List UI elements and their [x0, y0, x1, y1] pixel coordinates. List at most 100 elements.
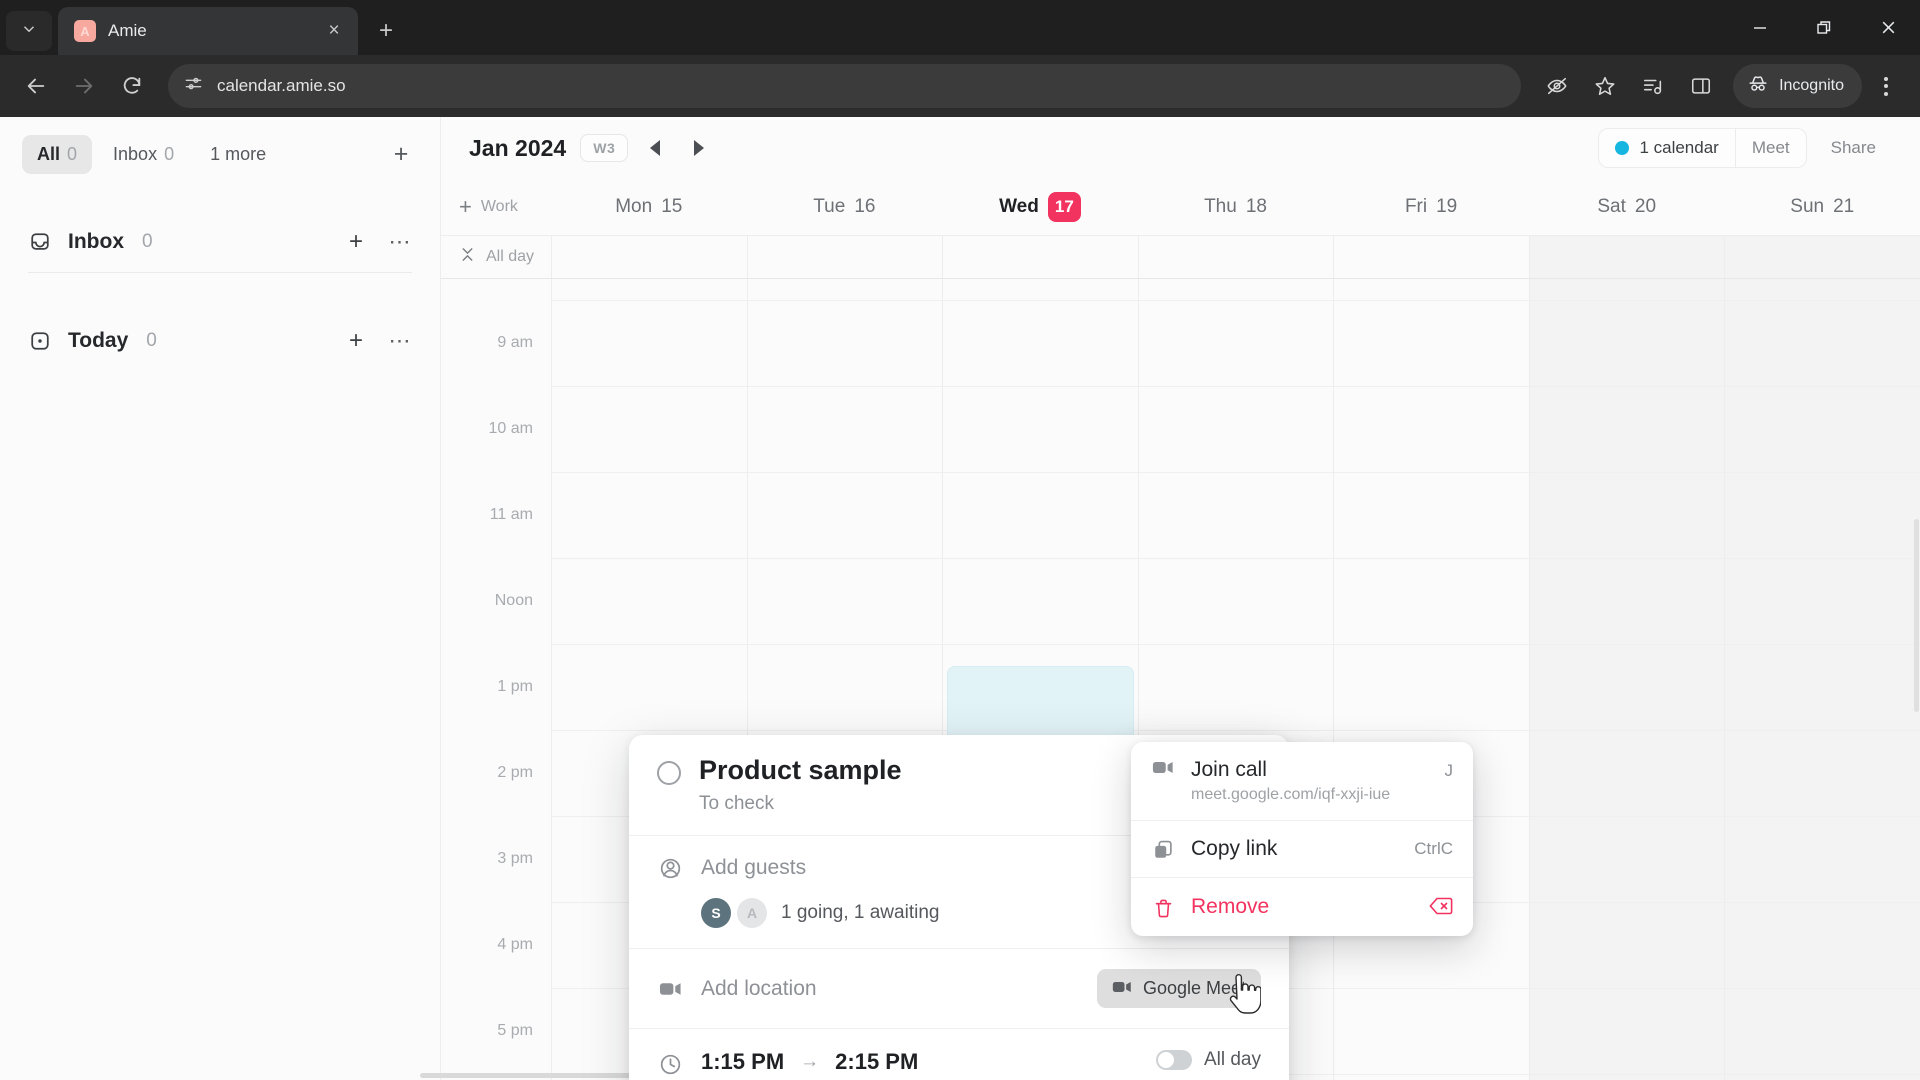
all-day-cell-thu[interactable]	[1137, 236, 1334, 278]
next-week-button[interactable]	[682, 131, 716, 165]
sidebar-inbox-more-button[interactable]: ⋯	[388, 231, 412, 253]
time-arrow: →	[800, 1051, 820, 1073]
share-button[interactable]: Share	[1813, 129, 1894, 167]
day-header-wed-today[interactable]: Wed 17	[942, 192, 1138, 222]
copy-link-shortcut: CtrlC	[1414, 839, 1453, 858]
vertical-scrollbar[interactable]	[1914, 279, 1920, 1080]
incognito-indicator[interactable]: Incognito	[1733, 64, 1862, 108]
time-label: 4 pm	[497, 936, 533, 953]
guest-status-text: 1 going, 1 awaiting	[781, 902, 940, 924]
context-menu-item-join-call[interactable]: Join call meet.google.com/iqf-xxji-iue J	[1131, 742, 1473, 820]
day-header-sun[interactable]: Sun 21	[1724, 196, 1920, 218]
incognito-hat-icon	[1747, 73, 1769, 100]
event-title[interactable]: Product sample	[699, 755, 902, 786]
event-start-time[interactable]: 1:15 PM	[701, 1049, 784, 1075]
reload-button[interactable]	[110, 64, 154, 108]
sidebar-inbox-label: Inbox	[68, 230, 124, 253]
chevron-down-icon	[20, 20, 38, 43]
all-day-cell-tue[interactable]	[746, 236, 943, 278]
day-header-mon[interactable]: Mon 15	[551, 196, 747, 218]
sidebar-today-more-button[interactable]: ⋯	[388, 330, 412, 352]
sidebar-today-count: 0	[146, 330, 157, 351]
event-subtitle[interactable]: To check	[699, 793, 902, 815]
browser-menu-button[interactable]	[1866, 64, 1906, 108]
calendar-color-dot	[1615, 141, 1630, 155]
today-badge: 17	[1047, 192, 1081, 222]
star-icon[interactable]	[1583, 64, 1627, 108]
day-header-sat[interactable]: Sat 20	[1529, 196, 1725, 218]
browser-toolbar: calendar.amie.so Incognito	[0, 55, 1920, 117]
all-day-toggle[interactable]: All day	[1155, 1049, 1261, 1071]
all-day-cell-sun[interactable]	[1724, 236, 1920, 278]
context-menu-item-copy-link[interactable]: Copy link CtrlC	[1131, 820, 1473, 877]
sidebar-filter-inbox[interactable]: Inbox 0	[98, 135, 189, 174]
filter-more-label: 1 more	[210, 144, 267, 164]
all-day-toggle-label: All day	[1203, 1049, 1261, 1071]
add-work-calendar-button[interactable]: +	[459, 194, 472, 220]
day-number: 19	[1436, 196, 1458, 217]
address-bar[interactable]: calendar.amie.so	[168, 64, 1522, 108]
day-number: 20	[1634, 196, 1657, 217]
media-playlist-icon[interactable]	[1631, 64, 1675, 108]
eye-off-icon[interactable]	[1535, 64, 1579, 108]
close-window-button[interactable]	[1856, 0, 1920, 55]
all-day-cell-sat[interactable]	[1528, 236, 1725, 278]
day-column-fri[interactable]	[1333, 279, 1529, 1080]
day-header-thu[interactable]: Thu 18	[1138, 196, 1334, 218]
sidebar-filter-all[interactable]: All 0	[22, 135, 93, 174]
context-menu-item-remove[interactable]: Remove	[1131, 877, 1473, 936]
all-day-label: All day	[486, 248, 535, 265]
remove-backspace-icon	[1429, 897, 1453, 920]
day-number: 21	[1833, 196, 1855, 217]
day-header-tue[interactable]: Tue 16	[747, 196, 943, 218]
restore-button[interactable]	[1792, 0, 1856, 55]
day-column-sun[interactable]	[1724, 279, 1920, 1080]
join-call-url: meet.google.com/iqf-xxji-iue	[1191, 786, 1391, 803]
forward-button[interactable]	[62, 64, 106, 108]
join-call-label: Join call	[1191, 758, 1267, 781]
sidebar-add-button[interactable]: +	[384, 138, 418, 172]
side-panel-icon[interactable]	[1679, 64, 1723, 108]
time-label: 11 am	[489, 506, 533, 523]
collapse-icon[interactable]	[459, 246, 476, 268]
sidebar-filter-more[interactable]: 1 more	[195, 135, 281, 174]
event-complete-circle-icon[interactable]	[657, 761, 681, 785]
browser-window: A Amie × + calendar.amie.so Incognito Al…	[0, 0, 1920, 1080]
calendar-header-actions: 1 calendar Meet Share	[1598, 128, 1894, 168]
event-end-time[interactable]: 2:15 PM	[835, 1049, 918, 1075]
sidebar-today-add-button[interactable]: +	[344, 329, 368, 353]
sidebar-item-inbox[interactable]: Inbox 0 + ⋯	[28, 224, 412, 272]
browser-tab-amie[interactable]: A Amie ×	[58, 7, 358, 55]
person-icon	[657, 857, 683, 880]
day-header-fri[interactable]: Fri 19	[1333, 196, 1529, 218]
all-day-cell-wed[interactable]	[942, 236, 1138, 278]
google-meet-chip[interactable]: Google Meet	[1096, 969, 1261, 1009]
time-gutter: 9 am 10 am 11 am Noon 1 pm 2 pm 3 pm 4 p…	[441, 279, 551, 1080]
new-tab-button[interactable]: +	[368, 13, 404, 49]
add-guests-placeholder: Add guests	[701, 856, 807, 880]
sidebar-item-today[interactable]: Today 0 + ⋯	[28, 323, 412, 371]
calendar-count-button[interactable]: 1 calendar	[1599, 129, 1734, 167]
week-number-badge[interactable]: W3	[580, 134, 629, 162]
work-label: Work	[480, 198, 518, 215]
previous-week-button[interactable]	[638, 131, 672, 165]
all-day-cell-mon[interactable]	[551, 236, 747, 278]
copy-link-label: Copy link	[1191, 837, 1278, 860]
tab-strip: A Amie × +	[0, 0, 1920, 55]
url-text: calendar.amie.so	[217, 76, 346, 95]
day-column-sat[interactable]	[1528, 279, 1725, 1080]
close-tab-button[interactable]: ×	[320, 17, 348, 45]
time-label: 5 pm	[497, 1022, 533, 1039]
sidebar: All 0 Inbox 0 1 more + Inbox 0 + ⋯ Today…	[0, 117, 441, 1080]
amie-favicon: A	[74, 20, 96, 42]
filter-all-label: All	[37, 144, 61, 164]
toggle-switch-off	[1155, 1050, 1192, 1071]
all-day-cell-fri[interactable]	[1333, 236, 1529, 278]
minimize-button[interactable]	[1728, 0, 1792, 55]
meet-button[interactable]: Meet	[1734, 129, 1806, 167]
site-settings-icon[interactable]	[184, 74, 203, 98]
sidebar-inbox-add-button[interactable]: +	[344, 230, 368, 254]
day-header-row: + Work Mon 15 Tue 16 Wed 17 Thu 18 Fri 1…	[441, 179, 1920, 235]
back-button[interactable]	[14, 64, 58, 108]
tab-search-button[interactable]	[6, 11, 52, 51]
